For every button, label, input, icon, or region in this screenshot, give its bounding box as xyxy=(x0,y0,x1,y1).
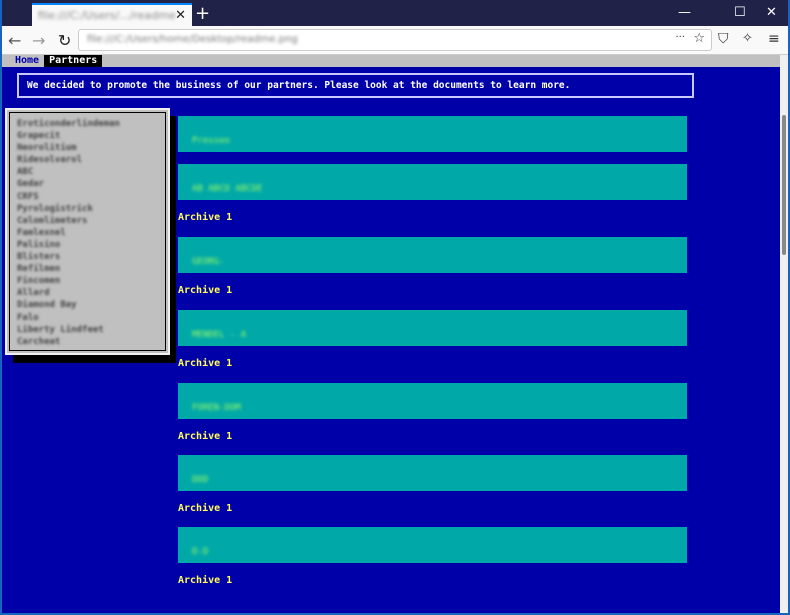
document-name: MENDEL - A xyxy=(192,330,247,340)
nav-bar: ← → ↻ file:///C:/Users/home/Desktop/read… xyxy=(2,26,788,55)
url-bar[interactable]: file:///C:/Users/home/Desktop/readme.png… xyxy=(78,29,712,51)
archive-link[interactable]: Archive 1 xyxy=(178,285,232,296)
document-name: FOREN-DOM xyxy=(192,403,241,413)
forward-icon[interactable]: → xyxy=(32,31,45,50)
partner-item[interactable]: Allard xyxy=(17,287,158,299)
star-icon[interactable]: ☆ xyxy=(693,31,705,46)
document-bar[interactable]: AB ABCD ABCDE xyxy=(178,164,687,200)
shield-icon[interactable]: ⛉ xyxy=(718,31,729,47)
back-icon[interactable]: ← xyxy=(8,31,21,50)
partner-item[interactable]: Fincomen xyxy=(17,275,158,287)
new-tab-icon[interactable]: + xyxy=(195,3,210,24)
more-icon[interactable]: ··· xyxy=(675,32,685,43)
url-text: file:///C:/Users/home/Desktop/readme.png xyxy=(87,34,298,45)
document-name: AB ABCD ABCDE xyxy=(192,184,263,194)
archive-link[interactable]: Archive 1 xyxy=(178,503,232,514)
partner-item[interactable]: ABC xyxy=(17,166,158,178)
partner-item[interactable]: Refilmen xyxy=(17,263,158,275)
partner-item[interactable]: Falo xyxy=(17,312,158,324)
close-tab-icon[interactable]: ✕ xyxy=(175,8,186,23)
archive-link[interactable]: Archive 1 xyxy=(178,431,232,442)
document-bar[interactable]: MENDEL - A xyxy=(178,310,687,346)
document-bar[interactable]: DDD xyxy=(178,455,687,491)
partner-item[interactable]: Famlexnel xyxy=(17,227,158,239)
partner-item[interactable]: Diamond Bay xyxy=(17,299,158,311)
partner-item[interactable]: CRFS xyxy=(17,191,158,203)
partner-item[interactable]: Ridesolvarol xyxy=(17,154,158,166)
partner-item[interactable]: Eroticonderlindeman xyxy=(17,118,158,130)
partner-item[interactable]: Grapecit xyxy=(17,130,158,142)
document-bar[interactable]: FOREN-DOM xyxy=(178,383,687,419)
title-bar: file:///C:/Users/.../readme.png✕ + — ☐ ✕ xyxy=(2,0,788,26)
partner-item[interactable]: Blisters xyxy=(17,251,158,263)
partners-list: Eroticonderlindeman Grapecit Neorolitium Ri… xyxy=(5,108,170,355)
scrollbar[interactable] xyxy=(780,55,788,613)
partner-item[interactable]: Palisino xyxy=(17,239,158,251)
reload-icon[interactable]: ↻ xyxy=(58,31,71,50)
document-name: Presseo xyxy=(192,136,230,146)
archive-link[interactable]: Archive 1 xyxy=(178,358,232,369)
menu-partners[interactable]: Partners xyxy=(44,55,103,67)
close-window-icon[interactable]: ✕ xyxy=(766,5,777,20)
tab-title: file:///C:/Users/.../readme.png xyxy=(38,9,176,22)
document-bar[interactable]: GEORG- xyxy=(178,237,687,273)
document-name: GEORG- xyxy=(192,257,225,267)
partner-item[interactable]: Gedar xyxy=(17,178,158,190)
notice-box: We decided to promote the business of ou… xyxy=(17,73,694,98)
partner-item[interactable]: Liberty Lindfeet xyxy=(17,324,158,336)
scrollbar-thumb[interactable] xyxy=(782,115,786,255)
site-menu: Home Partners xyxy=(2,55,780,67)
browser-window: file:///C:/Users/.../readme.png✕ + — ☐ ✕… xyxy=(2,0,788,613)
browser-tab[interactable]: file:///C:/Users/.../readme.png✕ xyxy=(32,3,192,26)
partner-item[interactable]: Neorolitium xyxy=(17,142,158,154)
archive-link[interactable]: Archive 1 xyxy=(178,212,232,223)
maximize-icon[interactable]: ☐ xyxy=(734,5,746,20)
extension-icon[interactable]: ✧ xyxy=(742,31,753,46)
partner-item[interactable]: Calomlimeters xyxy=(17,215,158,227)
menu-home[interactable]: Home xyxy=(10,55,44,67)
partner-item[interactable]: Pyrologistrick xyxy=(17,203,158,215)
document-name: D-D xyxy=(192,547,209,557)
menu-icon[interactable]: ≡ xyxy=(768,31,780,47)
document-name: DDD xyxy=(192,475,209,485)
archive-link[interactable]: Archive 1 xyxy=(178,575,232,586)
document-bar[interactable]: Presseo xyxy=(178,116,687,152)
document-bar[interactable]: D-D xyxy=(178,527,687,563)
partner-item[interactable]: Carcheat xyxy=(17,336,158,348)
minimize-icon[interactable]: — xyxy=(678,5,691,20)
